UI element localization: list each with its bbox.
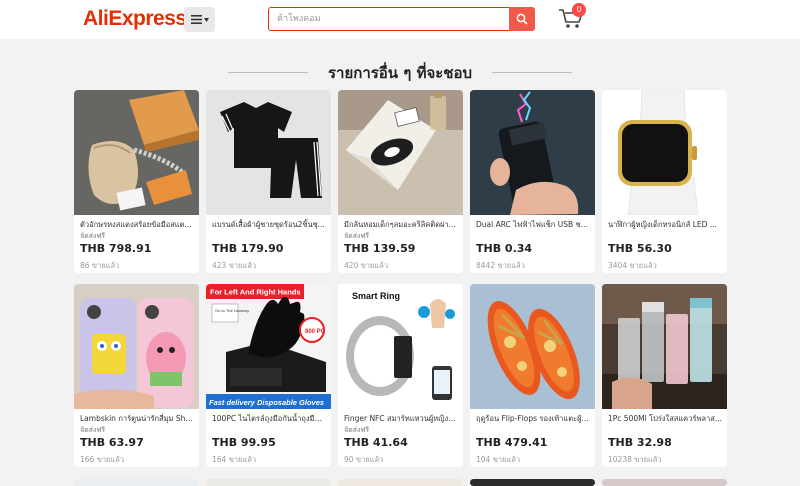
- product-card[interactable]: For Left And Right Hands Go to The Lavat…: [206, 284, 331, 467]
- product-title[interactable]: 100PC ไนไตรล์ถุงมือกันน้ำถุงมือ...: [212, 413, 326, 425]
- free-shipping-label: จัดส่งฟรี: [344, 232, 370, 240]
- product-title[interactable]: 1Pc 500Ml โปร่งใสสแควร์พลาส...: [608, 413, 722, 425]
- gloves-bottom-text: Fast delivery Disposable Gloves: [209, 398, 324, 407]
- product-card[interactable]: 1Pc 500Ml โปร่งใสสแควร์พลาส... THB 32.98…: [602, 284, 727, 467]
- product-price: THB 798.91: [80, 242, 152, 255]
- sold-count: 420 ขายแล้ว: [344, 261, 389, 270]
- product-price: THB 56.30: [608, 242, 672, 255]
- product-title[interactable]: มีกล้นหอมเด็กๆลมอะคริลิคติดผ่า...: [344, 219, 458, 231]
- sold-count: 164 ขายแล้ว: [212, 455, 257, 464]
- caret-down-icon: [203, 17, 209, 22]
- product-price: THB 179.90: [212, 242, 284, 255]
- product-card[interactable]: Lambskin การ์ตูนน่ารักสี่มุม Sha... จัดส…: [74, 284, 199, 467]
- product-price: THB 99.95: [212, 436, 276, 449]
- product-price: THB 479.41: [476, 436, 548, 449]
- product-price: THB 0.34: [476, 242, 533, 255]
- hamburger-icon: [190, 15, 202, 24]
- search-input[interactable]: [277, 11, 505, 27]
- product-card[interactable]: [470, 479, 595, 486]
- product-price: THB 41.64: [344, 436, 408, 449]
- product-card[interactable]: ฤดูร้อน Flip-Flops รองเท้าแตะผู้... THB …: [470, 284, 595, 467]
- product-title[interactable]: นาฬิกาผู้หญิงเด็กทรอนิกส์ LED ...: [608, 219, 722, 231]
- product-card[interactable]: แบรนด์เสื้อผ้าผู้ชายชุดร้อน2ชิ้นชุ... TH…: [206, 90, 331, 273]
- product-title[interactable]: Finger NFC สมาร์ทแหวนผู้หญิง...: [344, 413, 458, 425]
- section-title: รายการอื่น ๆ ที่จะชอบ: [327, 64, 473, 82]
- product-card[interactable]: นาฬิกาผู้หญิงเด็กทรอนิกส์ LED ... THB 56…: [602, 90, 727, 273]
- product-title[interactable]: ฤดูร้อน Flip-Flops รองเท้าแตะผู้...: [476, 413, 590, 425]
- product-image: [338, 90, 463, 215]
- free-shipping-label: จัดส่งฟรี: [344, 426, 370, 434]
- top-header: AliExpress 0: [0, 0, 800, 39]
- category-menu-button[interactable]: [184, 7, 215, 32]
- product-title[interactable]: Dual ARC ไฟฟ้าไฟแช็ก USB ชา...: [476, 219, 590, 231]
- product-title[interactable]: ตัวอักษรหงสแดงสร้อยข้อมือสแต...: [80, 219, 194, 231]
- aliexpress-logo[interactable]: AliExpress: [83, 7, 187, 31]
- product-image: [602, 90, 727, 215]
- title-divider-right: [492, 72, 572, 73]
- sold-count: 8442 ขายแล้ว: [476, 261, 525, 270]
- product-card[interactable]: [74, 479, 199, 486]
- sold-count: 104 ขายแล้ว: [476, 455, 521, 464]
- product-card[interactable]: ตัวอักษรหงสแดงสร้อยข้อมือสแต... จัดส่งฟร…: [74, 90, 199, 273]
- free-shipping-label: จัดส่งฟรี: [80, 426, 106, 434]
- search-box: [268, 7, 535, 31]
- product-price: THB 139.59: [344, 242, 416, 255]
- free-shipping-label: จัดส่งฟรี: [80, 232, 106, 240]
- product-card[interactable]: [338, 479, 463, 486]
- product-price: THB 63.97: [80, 436, 144, 449]
- sold-count: 10238 ขายแล้ว: [608, 455, 662, 464]
- sold-count: 166 ขายแล้ว: [80, 455, 125, 464]
- gloves-banner-text: For Left And Right Hands: [210, 288, 301, 297]
- sold-count: 90 ขายแล้ว: [344, 455, 384, 464]
- sold-count: 86 ขายแล้ว: [80, 261, 120, 270]
- product-title[interactable]: แบรนด์เสื้อผ้าผู้ชายชุดร้อน2ชิ้นชุ...: [212, 219, 326, 231]
- product-image: For Left And Right Hands Go to The Lavat…: [206, 284, 331, 409]
- gloves-sign-text: Go to The Lavatory: [215, 308, 249, 313]
- product-image: [74, 90, 199, 215]
- search-icon: [516, 13, 528, 25]
- product-image: [470, 90, 595, 215]
- product-image: Smart Ring: [338, 284, 463, 409]
- product-title[interactable]: Lambskin การ์ตูนน่ารักสี่มุม Sha...: [80, 413, 194, 425]
- search-button[interactable]: [509, 7, 535, 31]
- gloves-count-text: 800 PC: [305, 329, 326, 335]
- product-card[interactable]: มีกล้นหอมเด็กๆลมอะคริลิคติดผ่า... จัดส่ง…: [338, 90, 463, 273]
- product-card[interactable]: Dual ARC ไฟฟ้าไฟแช็ก USB ชา... THB 0.34 …: [470, 90, 595, 273]
- product-image: [470, 284, 595, 409]
- product-image: [206, 90, 331, 215]
- product-image: [74, 284, 199, 409]
- product-price: THB 32.98: [608, 436, 672, 449]
- sold-count: 423 ขายแล้ว: [212, 261, 257, 270]
- product-card[interactable]: [206, 479, 331, 486]
- ring-label-text: Smart Ring: [352, 291, 400, 301]
- product-card[interactable]: [602, 479, 727, 486]
- cart-count-badge: 0: [572, 3, 586, 17]
- product-image: [602, 284, 727, 409]
- product-card[interactable]: Smart Ring Finger NFC สมาร์ทแหวนผู้หญิง.…: [338, 284, 463, 467]
- sold-count: 3404 ขายแล้ว: [608, 261, 657, 270]
